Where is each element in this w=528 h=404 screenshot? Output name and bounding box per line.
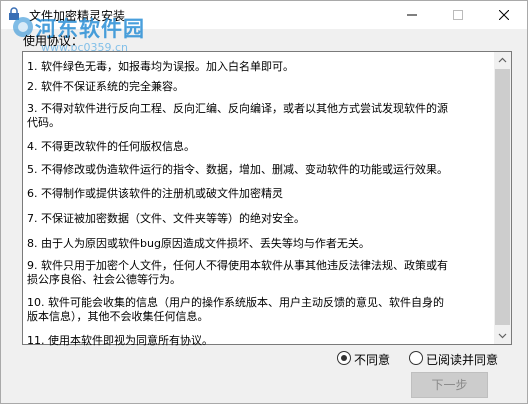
installer-window: 文件加密精灵安装 河东软件园 www.pc0359.cn 使用协议： 1. 软件…: [0, 0, 528, 404]
maximize-icon: [453, 10, 463, 20]
scroll-up-button[interactable]: [494, 52, 511, 69]
radio-unselected-icon: [409, 351, 423, 365]
minimize-button[interactable]: [389, 1, 435, 29]
agreement-line: 9. 软件只用于加密个人文件，任何人不得使用本软件从事其他违反法律法规、政策或有: [27, 259, 448, 272]
agreement-label: 使用协议：: [23, 34, 84, 48]
scrollbar-thumb[interactable]: [495, 69, 510, 325]
agreement-line: 5. 不得修改或伪造软件运行的指令、数据，增加、删减、变动软件的功能或运行效果。: [27, 163, 448, 176]
minimize-icon: [407, 14, 417, 16]
agreement-line: 10. 软件可能会收集的信息（用户的操作系统版本、用户主动反馈的意见、软件自身的: [27, 296, 444, 309]
disagree-label: 不同意: [354, 353, 391, 367]
agree-label: 已阅读并同意: [426, 353, 499, 367]
agreement-line: 6. 不得制作或提供该软件的注册机或破文件加密精灵: [27, 187, 283, 200]
agreement-line: 7. 不保证被加密数据（文件、文件夹等等）的绝对安全。: [27, 212, 305, 225]
agreement-line: 4. 不得更改软件的任何版权信息。: [27, 140, 195, 153]
agreement-textbox[interactable]: 1. 软件绿色无毒，如报毒均为误报。加入白名单即可。 2. 软件不保证系统的完全兼…: [22, 51, 512, 347]
agreement-line: 1. 软件绿色无毒，如报毒均为误报。加入白名单即可。: [27, 60, 294, 73]
vertical-scrollbar[interactable]: [494, 52, 511, 344]
agreement-line: 损公序良俗、社会公德等行为。: [27, 273, 181, 286]
agreement-line: 代码。: [27, 116, 60, 129]
agreement-line: 版本信息），其他不会收集任何信息。: [27, 310, 209, 323]
scroll-down-button[interactable]: [494, 327, 511, 344]
agreement-line: 2. 软件不保证系统的完全兼容。: [27, 80, 184, 93]
agreement-line: 3. 不得对软件进行反向工程、反向汇编、反向编译，或者以其他方式尝试发现软件的源: [27, 102, 448, 115]
next-button[interactable]: 下一步: [411, 372, 488, 398]
agreement-line: 11. 使用本软件即视为同意所有协议。: [27, 334, 213, 347]
maximize-button[interactable]: [435, 1, 481, 29]
chevron-down-icon: [498, 333, 507, 339]
close-icon: [499, 10, 509, 20]
close-button[interactable]: [481, 1, 527, 29]
agreement-line: 8. 由于人为原因或软件bug原因造成文件损坏、丢失等均与作者无关。: [27, 237, 370, 250]
radio-selected-icon: [337, 351, 351, 365]
chevron-up-icon: [498, 57, 507, 63]
